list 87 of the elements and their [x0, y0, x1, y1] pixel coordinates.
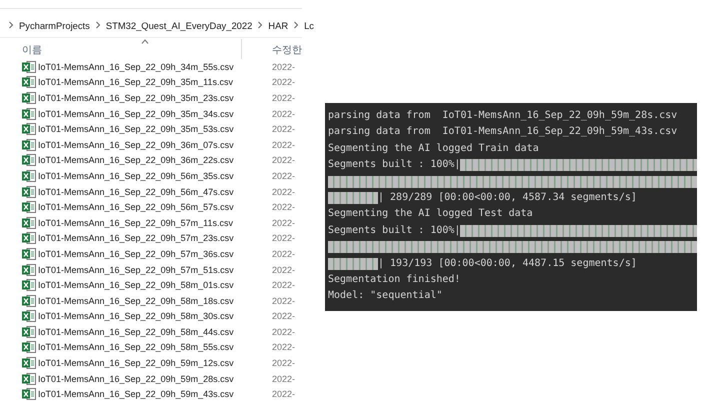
- file-name[interactable]: IoT01-MemsAnn_16_Sep_22_09h_58m_55s.csv: [38, 342, 272, 352]
- spreadsheet-file-icon: [22, 232, 36, 244]
- modified-date: 2022-: [272, 280, 296, 290]
- spreadsheet-file-icon: [22, 60, 36, 73]
- breadcrumb-item[interactable]: STM32_Quest_AI_EveryDay_2022: [106, 20, 252, 30]
- progress-stats: | 193/193 [00:00<00:00, 4487.15 segments/s]: [378, 256, 637, 271]
- modified-date: 2022-: [272, 202, 296, 212]
- file-name[interactable]: IoT01-MemsAnn_16_Sep_22_09h_35m_34s.csv: [38, 108, 272, 119]
- spreadsheet-file-icon: [22, 92, 36, 104]
- modified-date: 2022-: [272, 108, 296, 119]
- file-name[interactable]: IoT01-MemsAnn_16_Sep_22_09h_58m_01s.csv: [38, 280, 272, 290]
- terminal-line: Segmentation finished!: [328, 272, 462, 287]
- progress-label: Segments built : 100%|: [328, 158, 460, 172]
- spreadsheet-file-icon: [22, 170, 36, 182]
- breadcrumb-item[interactable]: Lc: [304, 20, 314, 30]
- modified-date: 2022-: [272, 296, 296, 306]
- file-name[interactable]: IoT01-MemsAnn_16_Sep_22_09h_58m_30s.csv: [38, 311, 272, 322]
- modified-date: 2022-: [272, 389, 296, 400]
- modified-date: 2022-: [272, 264, 296, 275]
- spreadsheet-file-icon: [22, 294, 36, 307]
- spreadsheet-file-icon: [22, 138, 36, 151]
- modified-date: 2022-: [272, 140, 296, 150]
- file-name[interactable]: IoT01-MemsAnn_16_Sep_22_09h_36m_07s.csv: [38, 140, 272, 150]
- file-name[interactable]: IoT01-MemsAnn_16_Sep_22_09h_35m_53s.csv: [38, 124, 272, 134]
- modified-date: 2022-: [272, 92, 296, 103]
- spreadsheet-file-icon: [22, 341, 36, 354]
- modified-date: 2022-: [272, 218, 296, 228]
- progress-stats: | 289/289 [00:00<00:00, 4587.34 segments/s]: [378, 190, 637, 205]
- file-name[interactable]: IoT01-MemsAnn_16_Sep_22_09h_59m_43s.csv: [38, 389, 272, 400]
- file-name[interactable]: IoT01-MemsAnn_16_Sep_22_09h_56m_57s.csv: [38, 202, 272, 212]
- spreadsheet-file-icon: [22, 248, 36, 260]
- file-name[interactable]: IoT01-MemsAnn_16_Sep_22_09h_56m_35s.csv: [38, 170, 272, 181]
- modified-date: 2022-: [272, 311, 296, 322]
- column-header[interactable]: 이름: [22, 43, 42, 57]
- modified-date: 2022-: [272, 374, 296, 384]
- chevron-icon: [8, 21, 14, 29]
- spreadsheet-file-icon: [22, 108, 36, 120]
- spreadsheet-file-icon: [22, 76, 36, 88]
- file-name[interactable]: IoT01-MemsAnn_16_Sep_22_09h_35m_23s.csv: [38, 92, 272, 103]
- spreadsheet-file-icon: [22, 357, 36, 370]
- modified-date: 2022-: [272, 124, 296, 134]
- modified-date: 2022-: [272, 62, 296, 72]
- file-name[interactable]: IoT01-MemsAnn_16_Sep_22_09h_57m_11s.csv: [38, 218, 272, 228]
- file-name[interactable]: IoT01-MemsAnn_16_Sep_22_09h_59m_12s.csv: [38, 358, 272, 368]
- modified-date: 2022-: [272, 155, 296, 166]
- spreadsheet-file-icon: [22, 279, 36, 292]
- file-name[interactable]: IoT01-MemsAnn_16_Sep_22_09h_56m_47s.csv: [38, 186, 272, 197]
- file-name[interactable]: IoT01-MemsAnn_16_Sep_22_09h_36m_22s.csv: [38, 155, 272, 166]
- breadcrumb-item[interactable]: HAR: [268, 20, 288, 30]
- modified-date: 2022-: [272, 170, 296, 181]
- progress-label: Segments built : 100%|: [328, 224, 460, 238]
- modified-date: 2022-: [272, 233, 296, 244]
- file-name[interactable]: IoT01-MemsAnn_16_Sep_22_09h_35m_11s.csv: [38, 77, 272, 88]
- modified-date: 2022-: [272, 77, 296, 88]
- spreadsheet-file-icon: [22, 154, 36, 166]
- file-name[interactable]: IoT01-MemsAnn_16_Sep_22_09h_34m_55s.csv: [38, 62, 272, 72]
- spreadsheet-file-icon: [22, 186, 36, 198]
- file-name[interactable]: IoT01-MemsAnn_16_Sep_22_09h_58m_44s.csv: [38, 326, 272, 337]
- chevron-icon: [257, 21, 264, 29]
- chevron-icon: [293, 21, 300, 29]
- spreadsheet-file-icon: [22, 201, 36, 214]
- file-name[interactable]: IoT01-MemsAnn_16_Sep_22_09h_58m_18s.csv: [38, 296, 272, 306]
- file-name[interactable]: IoT01-MemsAnn_16_Sep_22_09h_59m_28s.csv: [38, 374, 272, 384]
- spreadsheet-file-icon: [22, 264, 36, 276]
- modified-date: 2022-: [272, 326, 296, 337]
- spreadsheet-file-icon: [22, 310, 36, 322]
- progress-bar: [328, 258, 378, 270]
- modified-date: 2022-: [272, 248, 296, 259]
- spreadsheet-file-icon: [22, 326, 36, 338]
- terminal-line: parsing data from IoT01-MemsAnn_16_Sep_22_09h_59m_28s.csv: [328, 109, 678, 123]
- chevron-icon: [94, 21, 101, 29]
- spreadsheet-file-icon: [22, 372, 36, 385]
- terminal-line: parsing data from IoT01-MemsAnn_16_Sep_22_09h_59m_43s.csv: [328, 125, 678, 140]
- file-name[interactable]: IoT01-MemsAnn_16_Sep_22_09h_57m_36s.csv: [38, 248, 272, 259]
- file-name[interactable]: IoT01-MemsAnn_16_Sep_22_09h_57m_23s.csv: [38, 233, 272, 244]
- spreadsheet-file-icon: [22, 123, 36, 136]
- modified-date: 2022-: [272, 358, 296, 368]
- terminal-line: Model: "sequential": [328, 289, 444, 304]
- file-name[interactable]: IoT01-MemsAnn_16_Sep_22_09h_57m_51s.csv: [38, 264, 272, 275]
- spreadsheet-file-icon: [22, 216, 36, 229]
- breadcrumb-item[interactable]: PycharmProjects: [19, 20, 90, 30]
- modified-date: 2022-: [272, 186, 296, 197]
- terminal-line: Segmenting the AI logged Test data: [328, 207, 534, 222]
- progress-bar: [328, 192, 378, 204]
- terminal-line: Segmenting the AI logged Train data: [328, 142, 540, 156]
- column-header[interactable]: 수정한: [272, 43, 302, 57]
- modified-date: 2022-: [272, 342, 296, 352]
